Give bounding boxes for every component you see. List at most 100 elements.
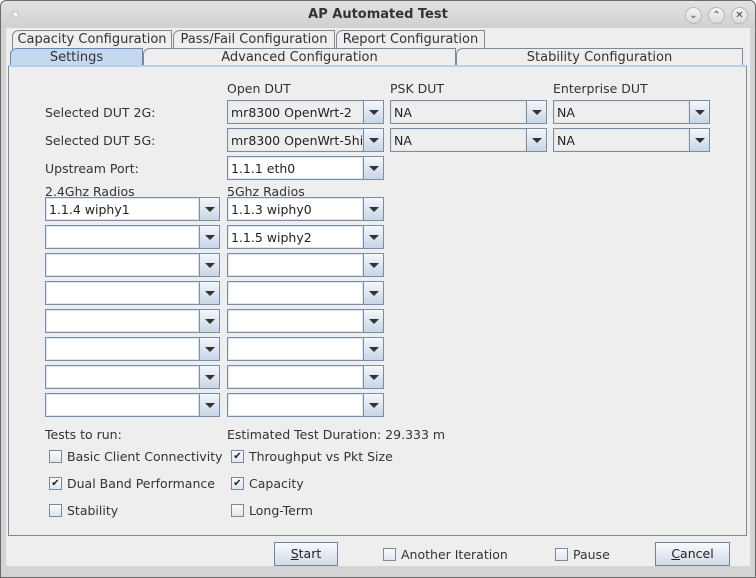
throughput-vs-pkt-size-checkbox[interactable]: ✔ Throughput vs Pkt Size	[231, 449, 393, 464]
checkbox-box[interactable]: ✔	[231, 477, 244, 490]
radio-5ghz-value	[228, 366, 363, 388]
upstream-port-label: Upstream Port:	[45, 161, 139, 176]
open-dut-header: Open DUT	[227, 81, 291, 96]
checkbox-label: Dual Band Performance	[67, 476, 215, 491]
chevron-down-icon[interactable]	[363, 338, 383, 360]
dual-band-performance-checkbox[interactable]: ✔ Dual Band Performance	[49, 476, 215, 491]
radio-24ghz-select[interactable]	[45, 253, 220, 277]
checkbox-box[interactable]	[383, 548, 396, 561]
close-button[interactable]: ✕	[731, 7, 748, 24]
selected-dut-5g-label: Selected DUT 5G:	[45, 133, 156, 148]
radio-24ghz-select[interactable]	[45, 393, 220, 417]
radio-24ghz-select[interactable]	[45, 337, 220, 361]
maximize-button[interactable]: ⌃	[708, 7, 725, 24]
chevron-down-icon[interactable]	[363, 366, 383, 388]
chevron-down-icon[interactable]	[199, 282, 219, 304]
basic-client-connectivity-checkbox[interactable]: Basic Client Connectivity	[49, 449, 223, 464]
chevron-down-icon[interactable]	[199, 254, 219, 276]
chevron-down-icon[interactable]	[363, 254, 383, 276]
chevron-down-icon[interactable]	[199, 226, 219, 248]
chevron-down-icon[interactable]	[199, 394, 219, 416]
checkbox-box[interactable]	[49, 504, 62, 517]
upstream-port-select[interactable]: 1.1.1 eth0	[227, 156, 384, 180]
chevron-down-icon[interactable]	[363, 394, 383, 416]
checkbox-box[interactable]	[231, 504, 244, 517]
check-icon: ✔	[51, 478, 60, 489]
chevron-down-icon[interactable]	[689, 129, 709, 151]
dut-5g-open-select[interactable]: mr8300 OpenWrt-5hi	[227, 128, 384, 152]
dut-2g-enterprise-value: NA	[554, 101, 689, 123]
radio-5ghz-select[interactable]	[227, 337, 384, 361]
radio-24ghz-select[interactable]	[45, 309, 220, 333]
tests-to-run-label: Tests to run:	[45, 427, 122, 442]
tab-settings[interactable]: Settings	[10, 48, 143, 66]
psk-dut-header: PSK DUT	[390, 81, 445, 96]
radio-24ghz-value	[46, 310, 199, 332]
radio-24ghz-select[interactable]	[45, 281, 220, 305]
chevron-down-icon[interactable]	[199, 366, 219, 388]
chevron-down-icon[interactable]	[363, 282, 383, 304]
radio-5ghz-select[interactable]	[227, 365, 384, 389]
capacity-checkbox[interactable]: ✔ Capacity	[231, 476, 304, 491]
radio-24ghz-value	[46, 226, 199, 248]
another-iteration-checkbox[interactable]: Another Iteration	[383, 547, 508, 562]
chevron-down-icon[interactable]	[526, 101, 546, 123]
radio-5ghz-value: 1.1.5 wiphy2	[228, 226, 363, 248]
radio-24ghz-select[interactable]	[45, 225, 220, 249]
radio-5ghz-select[interactable]: 1.1.5 wiphy2	[227, 225, 384, 249]
dut-2g-open-select[interactable]: mr8300 OpenWrt-2	[227, 100, 384, 124]
radio-5ghz-select[interactable]	[227, 393, 384, 417]
chevron-down-icon[interactable]	[363, 226, 383, 248]
checkbox-label: Another Iteration	[401, 547, 508, 562]
checkbox-box[interactable]: ✔	[49, 477, 62, 490]
chevron-down-icon[interactable]	[199, 338, 219, 360]
radio-24ghz-select[interactable]: 1.1.4 wiphy1	[45, 197, 220, 221]
radio-5ghz-select[interactable]: 1.1.3 wiphy0	[227, 197, 384, 221]
chevron-down-icon[interactable]	[363, 310, 383, 332]
tab-pass-fail-configuration[interactable]: Pass/Fail Configuration	[173, 30, 335, 49]
tab-capacity-configuration[interactable]: Capacity Configuration	[12, 30, 172, 49]
radio-24ghz-value	[46, 254, 199, 276]
dut-5g-psk-select[interactable]: NA	[390, 128, 547, 152]
chevron-down-icon[interactable]	[689, 101, 709, 123]
radio-5ghz-select[interactable]	[227, 253, 384, 277]
chevron-down-icon[interactable]	[363, 157, 383, 179]
minimize-button[interactable]: ⌄	[685, 7, 702, 24]
chevron-down-icon[interactable]	[526, 129, 546, 151]
stability-checkbox[interactable]: Stability	[49, 503, 118, 518]
cancel-button[interactable]: Cancel	[655, 542, 730, 566]
start-button[interactable]: Start	[274, 542, 338, 566]
tab-stability-configuration[interactable]: Stability Configuration	[456, 48, 743, 66]
dut-2g-enterprise-select[interactable]: NA	[553, 100, 710, 124]
radio-5ghz-value	[228, 338, 363, 360]
checkbox-box[interactable]	[49, 450, 62, 463]
tab-advanced-configuration[interactable]: Advanced Configuration	[143, 48, 456, 66]
checkbox-label: Basic Client Connectivity	[67, 449, 223, 464]
chevron-down-icon[interactable]	[363, 129, 383, 151]
dut-2g-open-value: mr8300 OpenWrt-2	[228, 101, 363, 123]
radio-24ghz-value: 1.1.4 wiphy1	[46, 198, 199, 220]
dut-2g-psk-select[interactable]: NA	[390, 100, 547, 124]
maximize-icon: ⌃	[712, 10, 721, 21]
window-title: AP Automated Test	[308, 7, 448, 22]
title-bar[interactable]: AP Automated Test ⌄ ⌃ ✕	[1, 1, 755, 28]
radio-24ghz-value	[46, 394, 199, 416]
checkbox-label: Long-Term	[249, 503, 313, 518]
chevron-down-icon[interactable]	[199, 310, 219, 332]
chevron-down-icon[interactable]	[363, 101, 383, 123]
start-label-rest: tart	[298, 546, 322, 561]
chevron-down-icon[interactable]	[199, 198, 219, 220]
radio-5ghz-select[interactable]	[227, 309, 384, 333]
tab-report-configuration[interactable]: Report Configuration	[336, 30, 485, 49]
radio-24ghz-select[interactable]	[45, 365, 220, 389]
radio-5ghz-value	[228, 282, 363, 304]
cancel-label-rest: ancel	[680, 546, 714, 561]
chevron-down-icon[interactable]	[363, 198, 383, 220]
checkbox-box[interactable]	[555, 548, 568, 561]
radio-5ghz-value: 1.1.3 wiphy0	[228, 198, 363, 220]
dut-5g-enterprise-select[interactable]: NA	[553, 128, 710, 152]
pause-checkbox[interactable]: Pause	[555, 547, 610, 562]
radio-5ghz-select[interactable]	[227, 281, 384, 305]
long-term-checkbox[interactable]: Long-Term	[231, 503, 313, 518]
checkbox-box[interactable]: ✔	[231, 450, 244, 463]
